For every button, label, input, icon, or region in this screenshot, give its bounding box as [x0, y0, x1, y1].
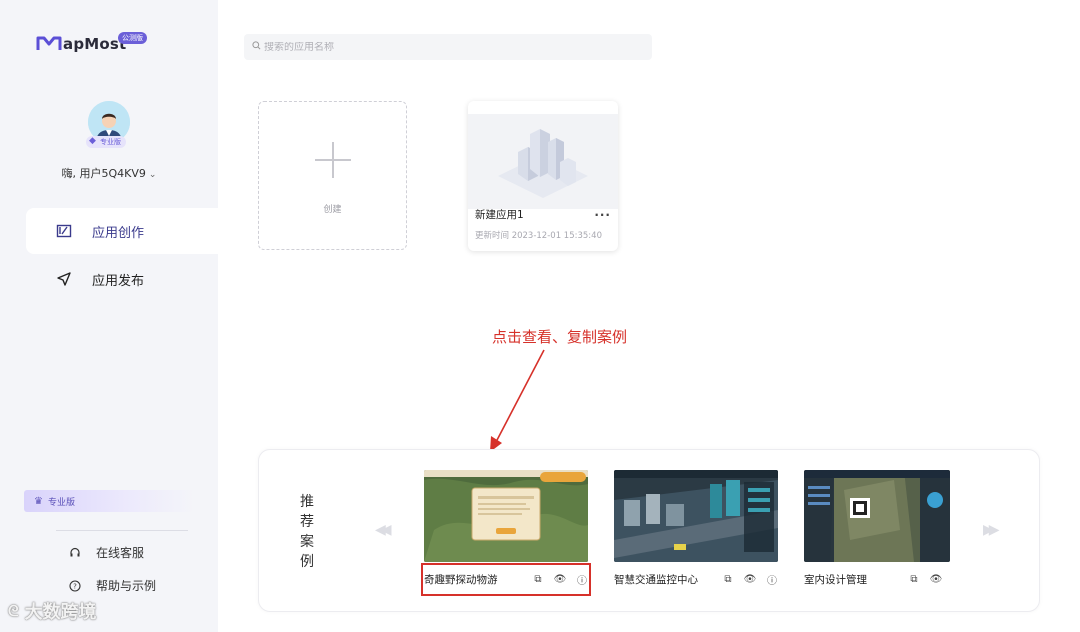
recommended-cases-panel: 推荐案例 ◀◀ ▶▶ 奇趣野探动物游 ⧉ 👁 ⓘ 智慧交通监控中心 ⧉ 👁 ⓘ … — [258, 449, 1040, 612]
online-support-link[interactable]: 在线客服 — [68, 544, 144, 561]
app-title-row: 新建应用1 ··· — [475, 207, 611, 222]
prev-arrow-icon[interactable]: ◀◀ — [375, 522, 391, 538]
case-card[interactable]: 智慧交通监控中心 ⧉ 👁 ⓘ — [614, 470, 778, 587]
case-thumbnail[interactable] — [424, 470, 588, 562]
divider — [56, 530, 188, 531]
mapmost-logo-icon — [36, 36, 62, 50]
case-name: 智慧交通监控中心 — [614, 574, 698, 586]
nav-label: 应用发布 — [92, 273, 145, 289]
edit-icon — [56, 223, 72, 239]
logo-text: apMost — [63, 35, 127, 53]
search-bar — [244, 34, 652, 60]
watermark: ᘓ 大数跨境 — [8, 598, 97, 624]
annotation-arrow-icon — [490, 349, 545, 452]
app-title: 新建应用1 — [475, 209, 524, 221]
pro-plan-banner[interactable]: ♛ 专业版 — [24, 490, 194, 512]
app-card[interactable]: 新建应用1 ··· 更新时间 2023-12-01 15:35:40 — [468, 101, 618, 251]
case-card[interactable]: 室内设计管理 ⧉ 👁 — [804, 470, 950, 587]
chevron-down-icon: ⌄ — [148, 170, 157, 180]
diamond-icon: ◆ — [89, 136, 96, 146]
send-icon — [56, 271, 72, 287]
case-actions: ⧉ 👁 — [908, 574, 942, 585]
recommended-label: 推荐案例 — [300, 494, 314, 570]
case-thumbnail[interactable] — [804, 470, 950, 562]
logo[interactable]: apMost 公测版 — [36, 32, 147, 54]
create-label: 创建 — [323, 205, 342, 215]
case-thumbnail[interactable] — [614, 470, 778, 562]
search-input[interactable] — [264, 41, 644, 53]
beta-badge: 公测版 — [118, 32, 147, 44]
help-label: 帮助与示例 — [96, 579, 157, 593]
next-arrow-icon[interactable]: ▶▶ — [983, 522, 999, 538]
eye-icon[interactable]: 👁 — [930, 574, 943, 585]
help-link[interactable]: ? 帮助与示例 — [68, 577, 156, 594]
case-row: 智慧交通监控中心 ⧉ 👁 ⓘ — [614, 572, 778, 587]
svg-text:?: ? — [73, 582, 77, 590]
app-updated-time: 更新时间 2023-12-01 15:35:40 — [475, 231, 602, 241]
traffic-thumbnail-icon — [614, 470, 778, 562]
watermark-text: 大数跨境 — [24, 602, 97, 623]
crown-icon: ♛ — [34, 495, 43, 507]
user-menu[interactable]: 嗨, 用户5Q4KV9 ⌄ — [0, 165, 218, 181]
info-icon[interactable]: ⓘ — [766, 572, 778, 587]
map-thumbnail-icon — [424, 470, 588, 562]
nav-item-app-creation[interactable]: 应用创作 — [26, 208, 218, 254]
nav-label: 应用创作 — [92, 225, 145, 241]
pro-badge: ◆ 专业版 — [86, 136, 126, 148]
search-icon — [252, 41, 261, 53]
online-support-label: 在线客服 — [96, 546, 145, 560]
headset-icon — [68, 546, 82, 560]
plus-icon — [314, 142, 351, 178]
case-row: 室内设计管理 ⧉ 👁 — [804, 572, 942, 587]
help-icon: ? — [68, 579, 82, 593]
case-actions: ⧉ 👁 ⓘ — [722, 572, 778, 587]
annotation-text: 点击查看、复制案例 — [492, 328, 628, 346]
copy-icon[interactable]: ⧉ — [908, 574, 920, 585]
watermark-logo-icon: ᘓ — [8, 602, 19, 620]
more-options-icon[interactable]: ··· — [594, 208, 611, 222]
sidebar: apMost 公测版 ◆ 专业版 嗨, 用户5Q4KV9 ⌄ 应用创作 应用发布 … — [0, 0, 218, 632]
username-label: 嗨, 用户5Q4KV9 — [61, 167, 146, 180]
eye-icon[interactable]: 👁 — [744, 574, 757, 585]
copy-icon[interactable]: ⧉ — [722, 574, 734, 585]
interior-thumbnail-icon — [804, 470, 950, 562]
pro-badge-label: 专业版 — [100, 138, 121, 146]
app-thumbnail — [468, 114, 618, 209]
case-name: 室内设计管理 — [804, 574, 867, 586]
nav-item-app-publish[interactable]: 应用发布 — [26, 256, 218, 302]
create-app-card[interactable]: 创建 — [258, 101, 407, 250]
annotation-highlight-box — [421, 563, 591, 596]
pro-plan-label: 专业版 — [47, 497, 75, 508]
city-illustration-icon — [468, 114, 618, 209]
